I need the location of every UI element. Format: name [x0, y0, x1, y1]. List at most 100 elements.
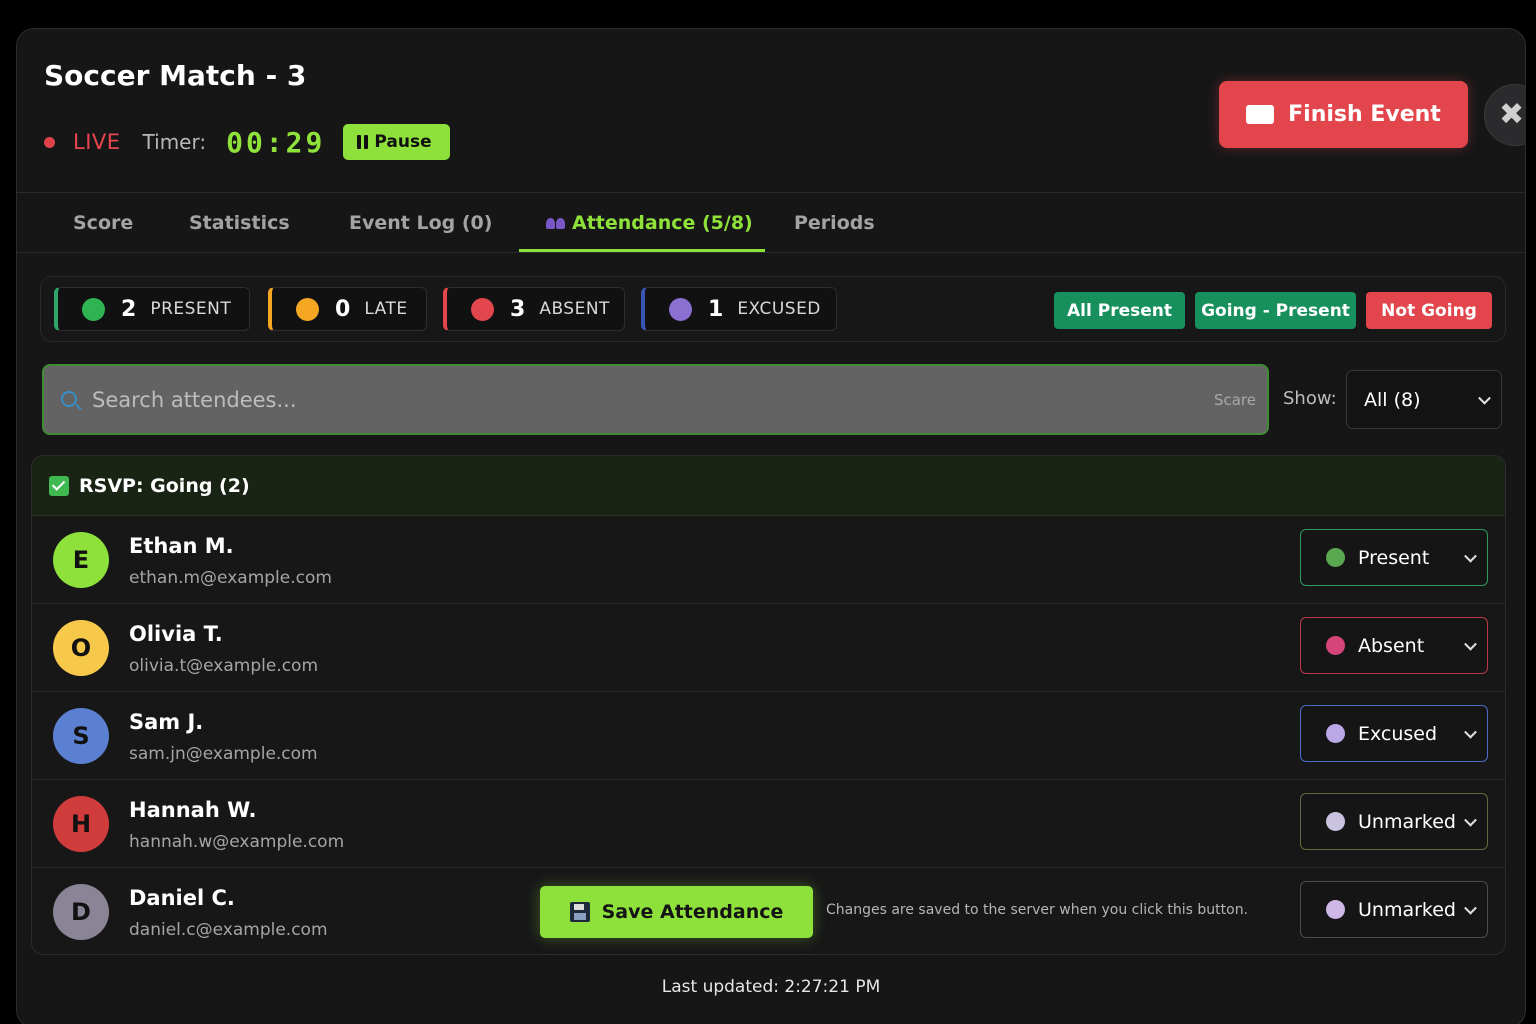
close-icon: ✖ [1499, 97, 1525, 132]
tab-attendance[interactable]: Attendance (5/8) [546, 193, 753, 253]
chevron-down-icon [1464, 637, 1477, 651]
checkbox-checked-icon[interactable] [49, 475, 69, 496]
excused-count: 1 [708, 296, 724, 322]
search-icon [61, 391, 77, 407]
status-select[interactable]: Absent [1300, 617, 1488, 674]
table-row: E Ethan M. ethan.m@example.com Present [32, 516, 1505, 604]
pause-label: Pause [374, 132, 432, 152]
not-going-button[interactable]: Not Going [1366, 292, 1492, 329]
live-label: LIVE [73, 130, 121, 154]
status-value: Absent [1358, 634, 1425, 657]
attendee-email: hannah.w@example.com [129, 832, 345, 852]
absent-count: 3 [510, 296, 526, 322]
rsvp-group-title: RSVP: Going (2) [79, 474, 250, 497]
late-count: 0 [335, 296, 351, 322]
attendee-list: RSVP: Going (2) E Ethan M. ethan.m@examp… [31, 455, 1506, 955]
last-updated-text: Last updated: 2:27:21 PM [661, 977, 881, 997]
timer-value: 00:29 [226, 125, 326, 159]
status-select[interactable]: Excused [1300, 705, 1488, 762]
finish-event-button[interactable]: Finish Event [1219, 81, 1468, 148]
excused-dot-icon [669, 297, 692, 321]
attendee-name: Daniel C. [129, 886, 235, 910]
finish-flag-icon [1246, 105, 1275, 124]
floppy-disk-icon [569, 902, 590, 922]
status-dot-icon [1326, 548, 1345, 567]
status-dot-icon [1326, 900, 1345, 919]
avatar: O [53, 620, 109, 676]
search-hint: Scare [1213, 391, 1256, 409]
late-dot-icon [296, 297, 319, 321]
present-label: PRESENT [150, 299, 232, 319]
chevron-down-icon [1464, 549, 1477, 563]
attendee-email: ethan.m@example.com [129, 568, 332, 588]
tab-score[interactable]: Score [73, 193, 133, 253]
event-title: Soccer Match - 3 [44, 59, 307, 92]
live-status-row: LIVE Timer: 00:29 Pause [44, 123, 450, 161]
tab-periods[interactable]: Periods [794, 193, 875, 253]
timer-label: Timer: [142, 130, 207, 154]
stat-late[interactable]: 0 LATE [268, 287, 427, 331]
avatar: E [53, 532, 109, 588]
search-box: Scare [42, 364, 1269, 435]
show-filter-select[interactable]: All (8) [1346, 370, 1502, 429]
table-row: S Sam J. sam.jn@example.com Excused [32, 692, 1505, 780]
rsvp-group-header[interactable]: RSVP: Going (2) [32, 456, 1505, 516]
chevron-down-icon [1478, 391, 1491, 405]
status-value: Excused [1358, 722, 1438, 745]
status-select[interactable]: Unmarked [1300, 793, 1488, 850]
tab-statistics[interactable]: Statistics [189, 193, 290, 253]
chevron-down-icon [1464, 813, 1477, 827]
attendance-summary-bar: 2 PRESENT 0 LATE 3 ABSENT 1 EXCUSED All … [40, 276, 1506, 342]
status-select[interactable]: Present [1300, 529, 1488, 586]
tab-attendance-label: Attendance (5/8) [572, 212, 753, 234]
pause-icon [357, 135, 369, 149]
tab-bar: Score Statistics Event Log (0) Attendanc… [17, 193, 1525, 253]
status-value: Unmarked [1358, 810, 1456, 833]
pause-button[interactable]: Pause [343, 124, 450, 160]
status-dot-icon [1326, 812, 1345, 831]
present-count: 2 [121, 296, 137, 322]
chevron-down-icon [1464, 725, 1477, 739]
chevron-down-icon [1464, 901, 1477, 915]
finish-event-label: Finish Event [1288, 102, 1441, 127]
attendee-email: olivia.t@example.com [129, 656, 319, 676]
show-filter-value: All (8) [1364, 388, 1421, 411]
avatar: H [53, 796, 109, 852]
attendee-name: Sam J. [129, 710, 204, 734]
people-icon [546, 217, 565, 229]
table-row: O Olivia T. olivia.t@example.com Absent [32, 604, 1505, 692]
stat-absent[interactable]: 3 ABSENT [443, 287, 625, 331]
save-note: Changes are saved to the server when you… [826, 902, 1249, 918]
live-dot-icon [44, 136, 55, 148]
event-modal: Soccer Match - 3 LIVE Timer: 00:29 Pause… [16, 28, 1526, 1024]
save-attendance-button[interactable]: Save Attendance [540, 886, 813, 938]
stat-present[interactable]: 2 PRESENT [54, 287, 250, 331]
late-label: LATE [364, 299, 408, 319]
present-dot-icon [82, 297, 105, 321]
search-input[interactable] [92, 366, 1172, 433]
table-row: H Hannah W. hannah.w@example.com Unmarke… [32, 780, 1505, 868]
attendee-name: Ethan M. [129, 534, 234, 558]
absent-dot-icon [471, 297, 494, 321]
attendee-email: sam.jn@example.com [129, 744, 318, 764]
stat-excused[interactable]: 1 EXCUSED [641, 287, 837, 331]
attendee-email: daniel.c@example.com [129, 920, 328, 940]
close-button[interactable]: ✖ [1484, 84, 1525, 146]
status-dot-icon [1326, 636, 1345, 655]
save-attendance-label: Save Attendance [601, 901, 784, 923]
attendee-name: Hannah W. [129, 798, 257, 822]
attendee-name: Olivia T. [129, 622, 223, 646]
show-filter-label: Show: [1283, 388, 1337, 409]
absent-label: ABSENT [539, 299, 610, 319]
status-value: Unmarked [1358, 898, 1456, 921]
active-tab-indicator [519, 249, 765, 252]
avatar: D [53, 884, 109, 940]
status-value: Present [1358, 546, 1430, 569]
all-present-button[interactable]: All Present [1054, 292, 1185, 329]
tab-event-log[interactable]: Event Log (0) [349, 193, 492, 253]
status-dot-icon [1326, 724, 1345, 743]
status-select[interactable]: Unmarked [1300, 881, 1488, 938]
table-row: D Daniel C. daniel.c@example.com Save At… [32, 868, 1505, 954]
going-present-button[interactable]: Going - Present [1195, 292, 1356, 329]
excused-label: EXCUSED [737, 299, 821, 319]
